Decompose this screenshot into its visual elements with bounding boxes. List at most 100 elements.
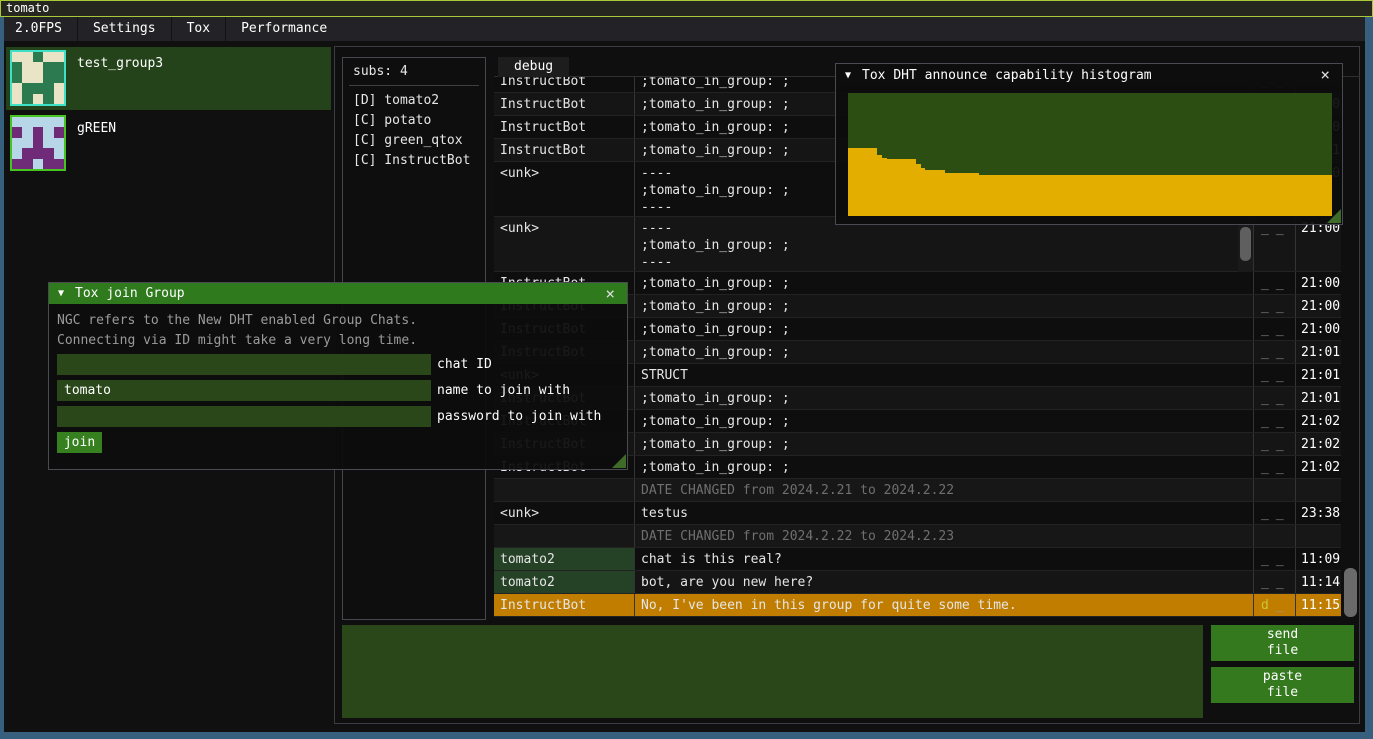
avatar-pixel (54, 62, 64, 72)
histogram-window: ▼ Tox DHT announce capability histogram … (835, 63, 1343, 225)
avatar-pixel (22, 117, 32, 127)
chat-status: d_ (1253, 594, 1295, 616)
subs-count: subs: 4 (353, 64, 485, 79)
window-border-right (1365, 17, 1373, 739)
status-flag: _ (1276, 505, 1284, 524)
message-input[interactable] (342, 625, 1203, 718)
avatar-pixel (12, 127, 22, 137)
avatar-pixel (22, 148, 32, 158)
histogram-bar (945, 173, 979, 216)
chat-row[interactable]: DATE CHANGED from 2024.2.22 to 2024.2.23 (494, 525, 1341, 548)
status-flag: _ (1276, 436, 1284, 455)
avatar-pixel (22, 94, 32, 104)
collapse-icon[interactable]: ▼ (845, 70, 851, 81)
join-button[interactable]: join (57, 432, 102, 453)
close-icon[interactable]: × (602, 286, 618, 302)
status-flag: _ (1261, 574, 1269, 593)
chat-row[interactable]: DATE CHANGED from 2024.2.21 to 2024.2.22 (494, 479, 1341, 502)
menu-item-tox[interactable]: Tox (172, 17, 225, 41)
join-input-chat-id[interactable] (57, 354, 431, 375)
join-group-window: ▼ Tox join Group × NGC refers to the New… (48, 282, 628, 470)
avatar-pixel (33, 73, 43, 83)
avatar-pixel (43, 83, 53, 93)
chat-status (1253, 525, 1295, 547)
chat-time: 21:00 (1295, 272, 1341, 294)
chat-status: __ (1253, 217, 1295, 271)
chat-time: 11:09 (1295, 548, 1341, 570)
avatar-pixel (33, 83, 43, 93)
avatar-pixel (33, 94, 43, 104)
paste-file-button[interactable]: paste file (1211, 667, 1354, 703)
send-file-button[interactable]: send file (1211, 625, 1354, 661)
collapse-icon[interactable]: ▼ (58, 288, 64, 299)
avatar-pixel (54, 52, 64, 62)
chat-time: 21:02 (1295, 433, 1341, 455)
status-flag: _ (1261, 220, 1269, 271)
histogram-window-titlebar[interactable]: ▼ Tox DHT announce capability histogram … (836, 64, 1342, 86)
avatar-pixel (22, 52, 32, 62)
join-window-titlebar[interactable]: ▼ Tox join Group × (49, 283, 627, 304)
chat-row[interactable]: InstructBotNo, I've been in this group f… (494, 594, 1341, 617)
avatar-pixel (54, 127, 64, 137)
avatar-pixel (43, 94, 53, 104)
chat-author: tomato2 (494, 571, 634, 593)
chat-time: 21:00 (1295, 295, 1341, 317)
chat-time (1295, 525, 1341, 547)
chat-row[interactable]: tomato2chat is this real?__11:09 (494, 548, 1341, 571)
sidebar-group-gREEN[interactable]: gREEN (6, 112, 331, 175)
join-description-line2: Connecting via ID might take a very long… (49, 331, 627, 351)
chat-row[interactable]: tomato2bot, are you new here?__11:14 (494, 571, 1341, 594)
status-flag: _ (1276, 275, 1284, 294)
join-field-row: chat ID (57, 354, 627, 375)
window-title: tomato (6, 1, 49, 15)
status-flag: _ (1261, 459, 1269, 478)
member-item[interactable]: [C] green_qtox (353, 131, 485, 151)
avatar-pixel (33, 148, 43, 158)
chat-time (1295, 479, 1341, 501)
join-field-row: password to join with (57, 406, 627, 427)
join-input-name[interactable]: tomato (57, 380, 431, 401)
member-item[interactable]: [C] potato (353, 111, 485, 131)
app-window: tomato 2.0FPS SettingsToxPerformance tes… (0, 0, 1373, 739)
join-field-label: chat ID (431, 357, 492, 372)
join-field-label: password to join with (431, 409, 601, 424)
chat-message: ;tomato_in_group: ; (634, 433, 1253, 455)
avatar-pixel (33, 52, 43, 62)
chat-inner-scrollbar-thumb[interactable] (1240, 227, 1251, 261)
histogram-bar (979, 175, 1332, 216)
tab-debug[interactable]: debug (498, 57, 569, 77)
avatar-pixel (12, 52, 22, 62)
chat-status (1253, 479, 1295, 501)
avatar-pixel (43, 138, 53, 148)
histogram-bar (887, 159, 916, 216)
member-item[interactable]: [D] tomato2 (353, 91, 485, 111)
fps-counter: 2.0FPS (0, 17, 77, 41)
menu-item-settings[interactable]: Settings (78, 17, 171, 41)
group-avatar (10, 50, 66, 106)
join-description-line1: NGC refers to the New DHT enabled Group … (49, 304, 627, 331)
join-input-password[interactable] (57, 406, 431, 427)
chat-row[interactable]: <unk>---- ;tomato_in_group: ; ----__21:0… (494, 217, 1341, 272)
resize-grip[interactable] (1327, 209, 1341, 223)
resize-grip[interactable] (612, 454, 626, 468)
chat-author: <unk> (494, 162, 634, 216)
avatar-pixel (33, 159, 43, 169)
chat-message: ;tomato_in_group: ; (634, 456, 1253, 478)
chat-row[interactable]: <unk>testus__23:38 (494, 502, 1341, 525)
chat-message: No, I've been in this group for quite so… (634, 594, 1253, 616)
chat-author: tomato2 (494, 548, 634, 570)
avatar-pixel (43, 73, 53, 83)
sidebar-group-test_group3[interactable]: test_group3 (6, 47, 331, 110)
os-titlebar[interactable]: tomato (0, 0, 1373, 17)
close-icon[interactable]: × (1317, 67, 1333, 83)
member-item[interactable]: [C] InstructBot (353, 151, 485, 171)
avatar-pixel (54, 148, 64, 158)
group-name-label: test_group3 (77, 50, 163, 110)
group-avatar (10, 115, 66, 171)
menu-item-performance[interactable]: Performance (226, 17, 342, 41)
chat-status: __ (1253, 272, 1295, 294)
chat-message: DATE CHANGED from 2024.2.21 to 2024.2.22 (634, 479, 1253, 501)
avatar-pixel (54, 94, 64, 104)
chat-scrollbar-thumb[interactable] (1344, 568, 1357, 617)
avatar-pixel (43, 148, 53, 158)
